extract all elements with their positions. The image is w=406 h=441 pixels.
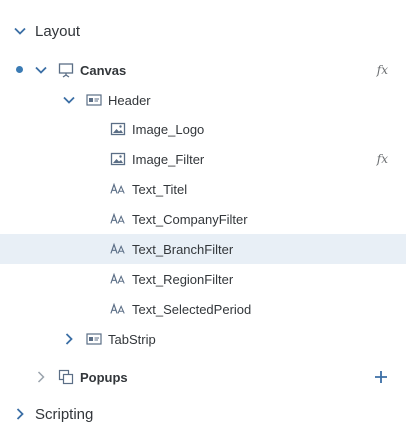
tree-item-label: Text_BranchFilter — [132, 241, 234, 257]
panel-container-icon — [86, 92, 102, 108]
layout-section-header[interactable]: Layout — [0, 16, 406, 46]
image-icon — [110, 151, 126, 167]
tree-item-text-branchfilter[interactable]: Text_BranchFilter — [0, 234, 406, 264]
text-widget-icon — [110, 181, 126, 197]
chevron-down-icon[interactable] — [62, 93, 76, 107]
tree-item-label: Text_Titel — [132, 181, 188, 197]
tree-item-text-selectedperiod[interactable]: Text_SelectedPeriod — [0, 294, 406, 324]
chevron-right-icon[interactable] — [62, 332, 76, 346]
tree-item-label: Image_Logo — [132, 121, 205, 137]
script-fx-icon[interactable]: fx — [377, 152, 388, 166]
tree-item-label: Canvas — [80, 62, 127, 78]
tree-item-label: Text_SelectedPeriod — [132, 301, 252, 317]
tree-item-label: TabStrip — [108, 331, 156, 347]
text-widget-icon — [110, 211, 126, 227]
tree-item-header[interactable]: Header — [0, 85, 406, 115]
chevron-down-icon[interactable] — [34, 63, 48, 77]
scripting-section-header[interactable]: Scripting — [0, 399, 406, 429]
modified-indicator-dot — [16, 66, 23, 73]
text-widget-icon — [110, 301, 126, 317]
tree-item-text-companyfilter[interactable]: Text_CompanyFilter — [0, 204, 406, 234]
tree-item-label: Text_CompanyFilter — [132, 211, 248, 227]
tree-item-text-regionfilter[interactable]: Text_RegionFilter — [0, 264, 406, 294]
chevron-right-icon[interactable] — [13, 407, 27, 421]
popup-icon — [58, 369, 74, 385]
scripting-section-label: Scripting — [35, 405, 94, 423]
tree-item-label: Text_RegionFilter — [132, 271, 234, 287]
add-popup-plus-icon[interactable] — [374, 370, 388, 384]
layout-section-label: Layout — [35, 22, 81, 40]
tree-item-label: Image_Filter — [132, 151, 205, 167]
tree-item-tabstrip[interactable]: TabStrip — [0, 324, 406, 354]
image-icon — [110, 121, 126, 137]
text-widget-icon — [110, 241, 126, 257]
tree-item-image-filter[interactable]: Image_Filter fx — [0, 144, 406, 174]
script-fx-icon[interactable]: fx — [377, 63, 388, 77]
chevron-down-icon[interactable] — [13, 24, 27, 38]
tree-item-image-logo[interactable]: Image_Logo — [0, 114, 406, 144]
text-widget-icon — [110, 271, 126, 287]
chevron-right-icon[interactable] — [34, 370, 48, 384]
panel-container-icon — [86, 331, 102, 347]
canvas-presentation-icon — [58, 62, 74, 78]
tree-item-popups[interactable]: Popups — [0, 362, 406, 392]
tree-item-canvas[interactable]: Canvas fx — [0, 55, 406, 85]
outline-panel: Layout Canvas fx Header Image_Logo Image… — [0, 0, 406, 441]
tree-item-text-titel[interactable]: Text_Titel — [0, 174, 406, 204]
tree-item-label: Header — [108, 92, 151, 108]
tree-item-label: Popups — [80, 369, 128, 385]
